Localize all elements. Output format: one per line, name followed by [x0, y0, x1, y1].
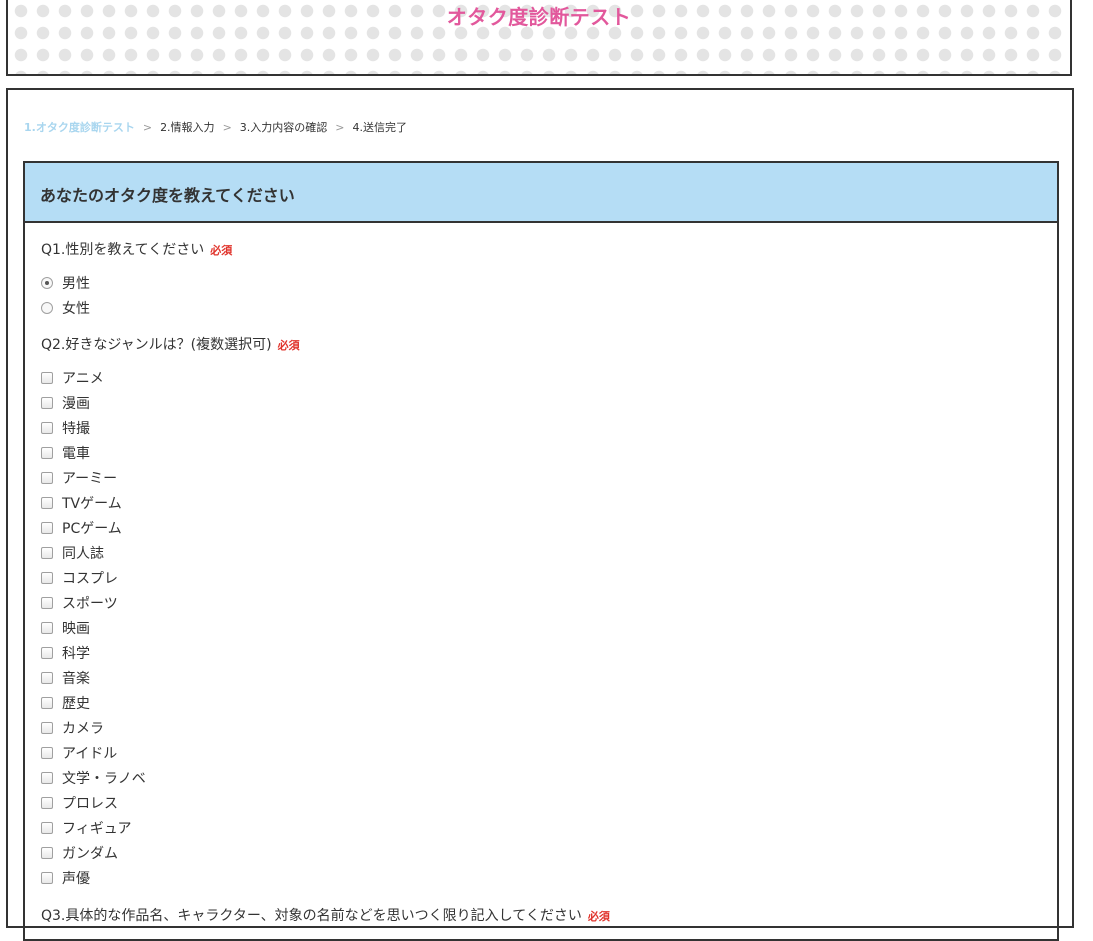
genre-option[interactable]: 音楽 [41, 668, 90, 688]
survey-panel: あなたのオタク度を教えてください Q1.性別を教えてください 必須 男性 女性 Q… [23, 161, 1059, 941]
option-label: アニメ [62, 371, 104, 387]
option-label: 女性 [62, 301, 90, 317]
site-header: オタク度診断テスト [6, 0, 1072, 76]
genre-option[interactable]: 文学・ラノベ [41, 768, 146, 788]
genre-option[interactable]: フィギュア [41, 818, 131, 838]
option-label: アーミー [62, 471, 118, 487]
option-label: フィギュア [62, 821, 132, 837]
checkbox[interactable] [41, 522, 53, 534]
checkbox[interactable] [41, 372, 53, 384]
genre-option[interactable]: アーミー [41, 468, 117, 488]
gender-option-female[interactable]: 女性 [41, 298, 90, 318]
option-label: TVゲーム [62, 496, 122, 512]
option-label: 同人誌 [62, 546, 104, 562]
checkbox[interactable] [41, 672, 53, 684]
checkbox[interactable] [41, 472, 53, 484]
checkbox[interactable] [41, 772, 53, 784]
genre-option[interactable]: 電車 [41, 443, 90, 463]
panel-header: あなたのオタク度を教えてください [25, 163, 1057, 223]
option-label: 男性 [62, 276, 90, 292]
genre-option[interactable]: スポーツ [41, 593, 118, 613]
gender-option-male[interactable]: 男性 [41, 273, 90, 293]
checkbox[interactable] [41, 747, 53, 759]
option-label: スポーツ [62, 596, 118, 612]
option-label: 映画 [62, 621, 90, 637]
checkbox[interactable] [41, 647, 53, 659]
checkbox[interactable] [41, 597, 53, 609]
genre-option[interactable]: 歴史 [41, 693, 90, 713]
option-label: コスプレ [62, 571, 118, 587]
step-4: 4.送信完了 [352, 121, 408, 134]
checkbox[interactable] [41, 497, 53, 509]
panel-title: あなたのオタク度を教えてください [40, 186, 295, 205]
question-2-label: Q2.好きなジャンルは？(複数選択可) 必須 [41, 334, 300, 354]
main-content: 1.オタク度診断テスト >2.情報入力 >3.入力内容の確認 >4.送信完了 あなたの… [6, 88, 1074, 941]
step-2: 2.情報入力 [160, 121, 215, 134]
checkbox[interactable] [41, 722, 53, 734]
checkbox[interactable] [41, 822, 53, 834]
option-label: カメラ [62, 721, 104, 737]
required-badge: 必須 [277, 339, 300, 352]
radio-button[interactable] [41, 277, 53, 289]
question-text: Q2.好きなジャンルは？(複数選択可) [41, 337, 272, 353]
checkbox[interactable] [41, 397, 53, 409]
step-breadcrumb: 1.オタク度診断テスト >2.情報入力 >3.入力内容の確認 >4.送信完了 [24, 119, 407, 135]
step-3: 3.入力内容の確認 [239, 121, 328, 134]
checkbox[interactable] [41, 447, 53, 459]
genre-option[interactable]: 声優 [41, 868, 90, 888]
genre-option[interactable]: 映画 [41, 618, 90, 638]
option-label: プロレス [62, 796, 118, 812]
checkbox[interactable] [41, 622, 53, 634]
genre-option[interactable]: 科学 [41, 643, 90, 663]
genre-option[interactable]: プロレス [41, 793, 118, 813]
checkbox[interactable] [41, 547, 53, 559]
option-label: 科学 [62, 646, 90, 662]
option-label: 電車 [62, 446, 90, 462]
step-1: 1.オタク度診断テスト [24, 121, 135, 134]
option-label: 歴史 [62, 696, 90, 712]
step-separator: > [335, 121, 345, 134]
genre-option[interactable]: アイドル [41, 743, 117, 763]
option-label: 漫画 [62, 396, 90, 412]
required-badge: 必須 [587, 910, 610, 923]
option-label: 特撮 [62, 421, 90, 437]
question-text: Q1.性別を教えてください [41, 242, 205, 258]
question-3-label: Q3.具体的な作品名、キャラクター、対象の名前などを思いつく限り記入してください… [41, 905, 610, 925]
required-badge: 必須 [210, 244, 233, 257]
question-1-label: Q1.性別を教えてください 必須 [41, 239, 232, 259]
genre-option[interactable]: ガンダム [41, 843, 118, 863]
option-label: 音楽 [62, 671, 90, 687]
option-label: 文学・ラノベ [62, 771, 146, 787]
option-label: 声優 [62, 871, 90, 887]
genre-option[interactable]: TVゲーム [41, 493, 122, 513]
genre-option[interactable]: 同人誌 [41, 543, 104, 563]
checkbox[interactable] [41, 572, 53, 584]
radio-button[interactable] [41, 302, 53, 314]
checkbox[interactable] [41, 847, 53, 859]
option-label: ガンダム [62, 846, 118, 862]
option-label: PCゲーム [62, 521, 122, 537]
step-separator: > [142, 121, 153, 134]
step-separator: > [222, 121, 232, 134]
genre-option[interactable]: PCゲーム [41, 518, 122, 538]
option-label: アイドル [62, 746, 118, 762]
checkbox[interactable] [41, 422, 53, 434]
genre-option[interactable]: カメラ [41, 718, 104, 738]
genre-option[interactable]: コスプレ [41, 568, 118, 588]
checkbox[interactable] [41, 872, 53, 884]
checkbox[interactable] [41, 797, 53, 809]
genre-option[interactable]: 特撮 [41, 418, 90, 438]
question-text: Q3.具体的な作品名、キャラクター、対象の名前などを思いつく限り記入してください [41, 908, 582, 924]
genre-option[interactable]: 漫画 [41, 393, 90, 413]
checkbox[interactable] [41, 697, 53, 709]
genre-option[interactable]: アニメ [41, 368, 104, 388]
site-title: オタク度診断テスト [446, 5, 632, 29]
